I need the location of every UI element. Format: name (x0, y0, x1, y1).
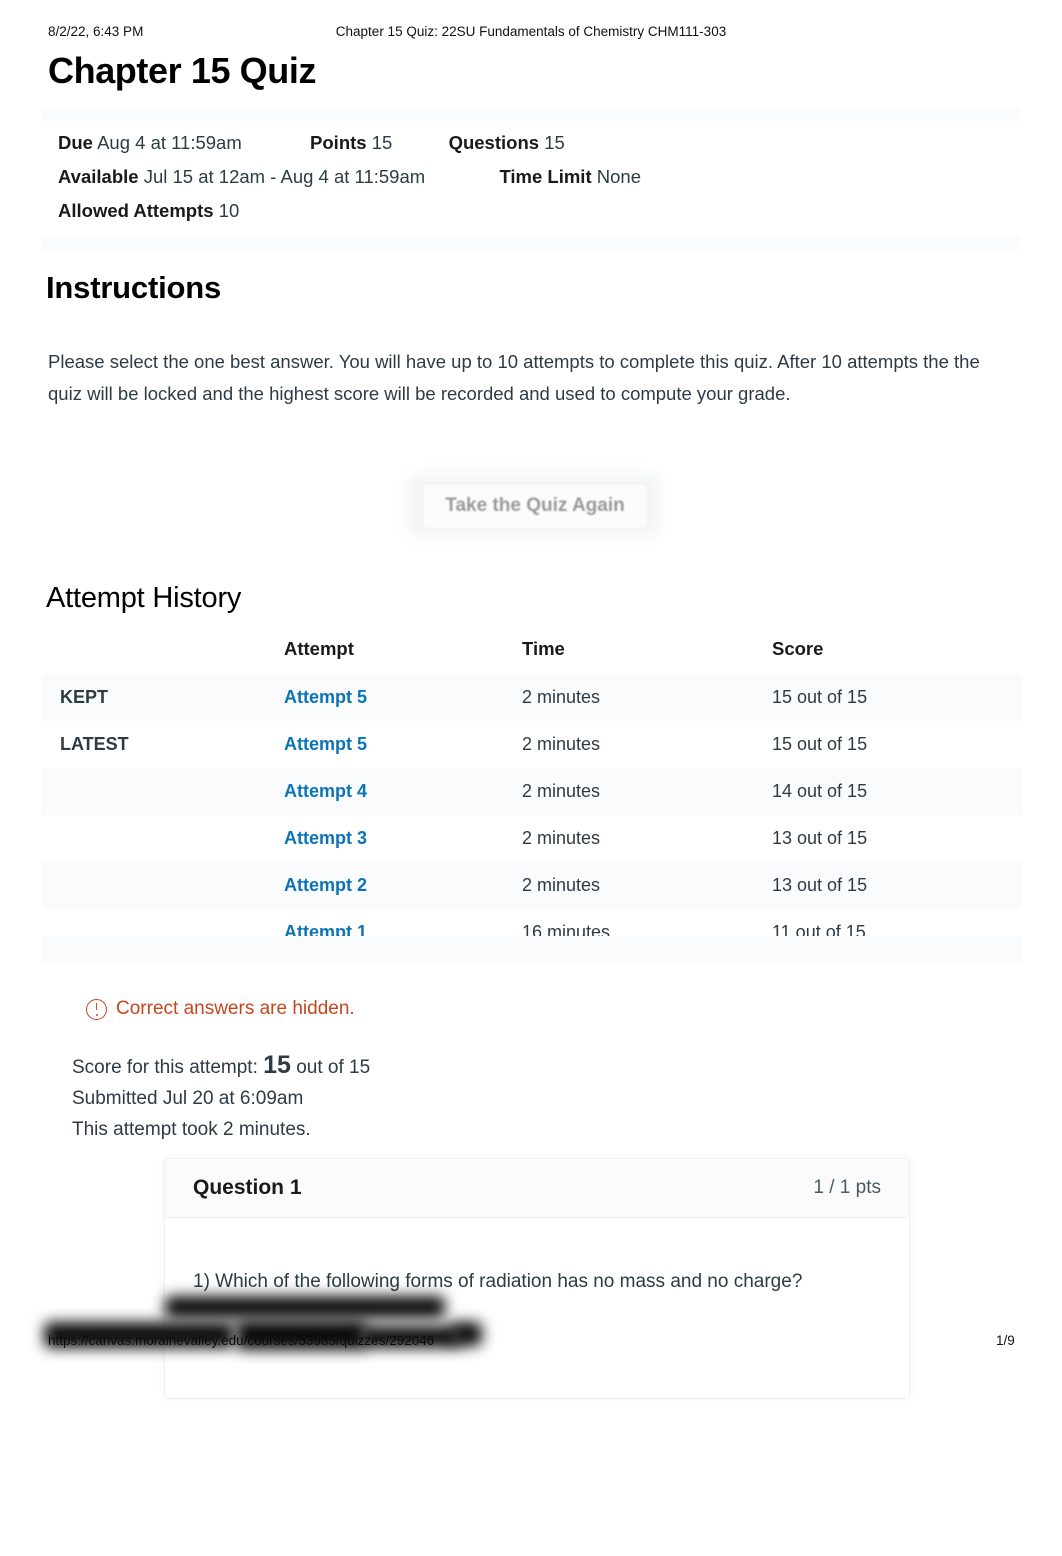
attempt-tag: KEPT (60, 687, 109, 707)
attempt-history-table: Attempt Time Score KEPT Attempt 5 2 minu… (42, 636, 1022, 956)
question-box: Question 1 1 / 1 pts 1) Which of the fol… (164, 1158, 910, 1399)
page-title: Chapter 15 Quiz (48, 50, 317, 91)
quiz-details-top-band (42, 108, 1020, 121)
time-limit-label: Time Limit (499, 166, 592, 187)
attempt-time: 2 minutes (522, 875, 601, 895)
attempt-score: 13 out of 15 (772, 875, 868, 895)
quiz-details-row-2: Available Jul 15 at 12am - Aug 4 at 11:5… (58, 160, 1020, 194)
quiz-details-row-1: Due Aug 4 at 11:59am Points 15 Questions… (58, 126, 1020, 160)
points-value: 15 (371, 132, 393, 153)
available-label: Available (58, 166, 139, 187)
questions-value: 15 (544, 132, 565, 153)
table-row: KEPT Attempt 5 2 minutes 15 out of 15 (42, 674, 1022, 721)
attempt-time: 2 minutes (522, 781, 601, 801)
column-header-attempt: Attempt (284, 638, 354, 659)
submitted-line: Submitted Jul 20 at 6:09am (72, 1088, 304, 1109)
warning-icon (86, 998, 107, 1020)
attempt-score: 15 out of 15 (772, 687, 868, 707)
quiz-details-block: Due Aug 4 at 11:59am Points 15 Questions… (42, 108, 1020, 250)
print-header: 8/2/22, 6:43 PM Chapter 15 Quiz: 22SU Fu… (0, 24, 1062, 42)
table-row: Attempt 4 2 minutes 14 out of 15 (42, 768, 1022, 815)
attempt-tag: LATEST (60, 734, 129, 754)
quiz-details-row-3: Allowed Attempts 10 (58, 194, 1020, 228)
available-value: Jul 15 at 12am - Aug 4 at 11:59am (143, 166, 426, 187)
attempt-link[interactable]: Attempt 4 (284, 781, 367, 801)
attempt-link[interactable]: Attempt 2 (284, 875, 367, 895)
attempt-link[interactable]: Attempt 5 (284, 687, 367, 707)
redaction-mark (165, 1296, 445, 1318)
attempt-score-line: Score for this attempt: 15 out of 15 (72, 1050, 370, 1083)
question-header: Question 1 1 / 1 pts (165, 1159, 909, 1218)
redaction-mark (452, 1322, 482, 1346)
table-row: Attempt 2 2 minutes 13 out of 15 (42, 862, 1022, 909)
score-value: 15 (263, 1051, 291, 1079)
instructions-heading: Instructions (46, 270, 222, 305)
footer-page-number: 1/9 (996, 1333, 1015, 1348)
due-value: Aug 4 at 11:59am (97, 132, 242, 153)
attempt-table-bottom-band (42, 936, 1022, 962)
attempt-summary: Score for this attempt: 15 out of 15 Sub… (72, 1050, 370, 1145)
time-limit-value: None (596, 166, 641, 187)
allowed-attempts-label: Allowed Attempts (58, 200, 214, 221)
table-header-row: Attempt Time Score (42, 636, 1022, 674)
attempt-score: 13 out of 15 (772, 828, 868, 848)
attempt-tag (42, 768, 284, 815)
allowed-attempts-value: 10 (218, 200, 240, 221)
quiz-details-bottom-band (42, 236, 1020, 250)
attempt-link[interactable]: Attempt 5 (284, 734, 367, 754)
question-points: 1 / 1 pts (813, 1177, 881, 1198)
attempt-time: 2 minutes (522, 828, 601, 848)
question-name: Question 1 (193, 1176, 302, 1199)
attempt-time: 2 minutes (522, 687, 601, 707)
column-header-time: Time (522, 638, 565, 659)
attempt-tag (42, 815, 284, 862)
print-header-title: Chapter 15 Quiz: 22SU Fundamentals of Ch… (335, 24, 727, 39)
attempt-score: 15 out of 15 (772, 734, 868, 754)
redaction-mark (236, 1320, 366, 1350)
table-row: Attempt 3 2 minutes 13 out of 15 (42, 815, 1022, 862)
duration-line: This attempt took 2 minutes. (72, 1119, 311, 1140)
answers-hidden-notice: Correct answers are hidden. (86, 998, 355, 1020)
take-quiz-again-button[interactable]: Take the Quiz Again (422, 483, 648, 529)
attempt-tag (42, 862, 284, 909)
redaction-mark (44, 1322, 234, 1348)
score-suffix: out of 15 (296, 1057, 371, 1078)
questions-label: Questions (448, 132, 540, 153)
attempt-link[interactable]: Attempt 3 (284, 828, 367, 848)
due-label: Due (58, 132, 93, 153)
column-header-score: Score (772, 638, 824, 659)
attempt-history-heading: Attempt History (46, 582, 242, 614)
points-label: Points (310, 132, 367, 153)
attempt-time: 2 minutes (522, 734, 601, 754)
take-quiz-again-container: Take the Quiz Again (408, 474, 660, 536)
instructions-text: Please select the one best answer. You w… (48, 351, 980, 404)
redaction-mark (360, 1326, 460, 1348)
attempt-score: 14 out of 15 (772, 781, 868, 801)
answers-hidden-text: Correct answers are hidden. (116, 998, 355, 1019)
table-row: LATEST Attempt 5 2 minutes 15 out of 15 (42, 721, 1022, 768)
score-prefix: Score for this attempt: (72, 1057, 258, 1078)
column-header-tag (42, 636, 284, 674)
